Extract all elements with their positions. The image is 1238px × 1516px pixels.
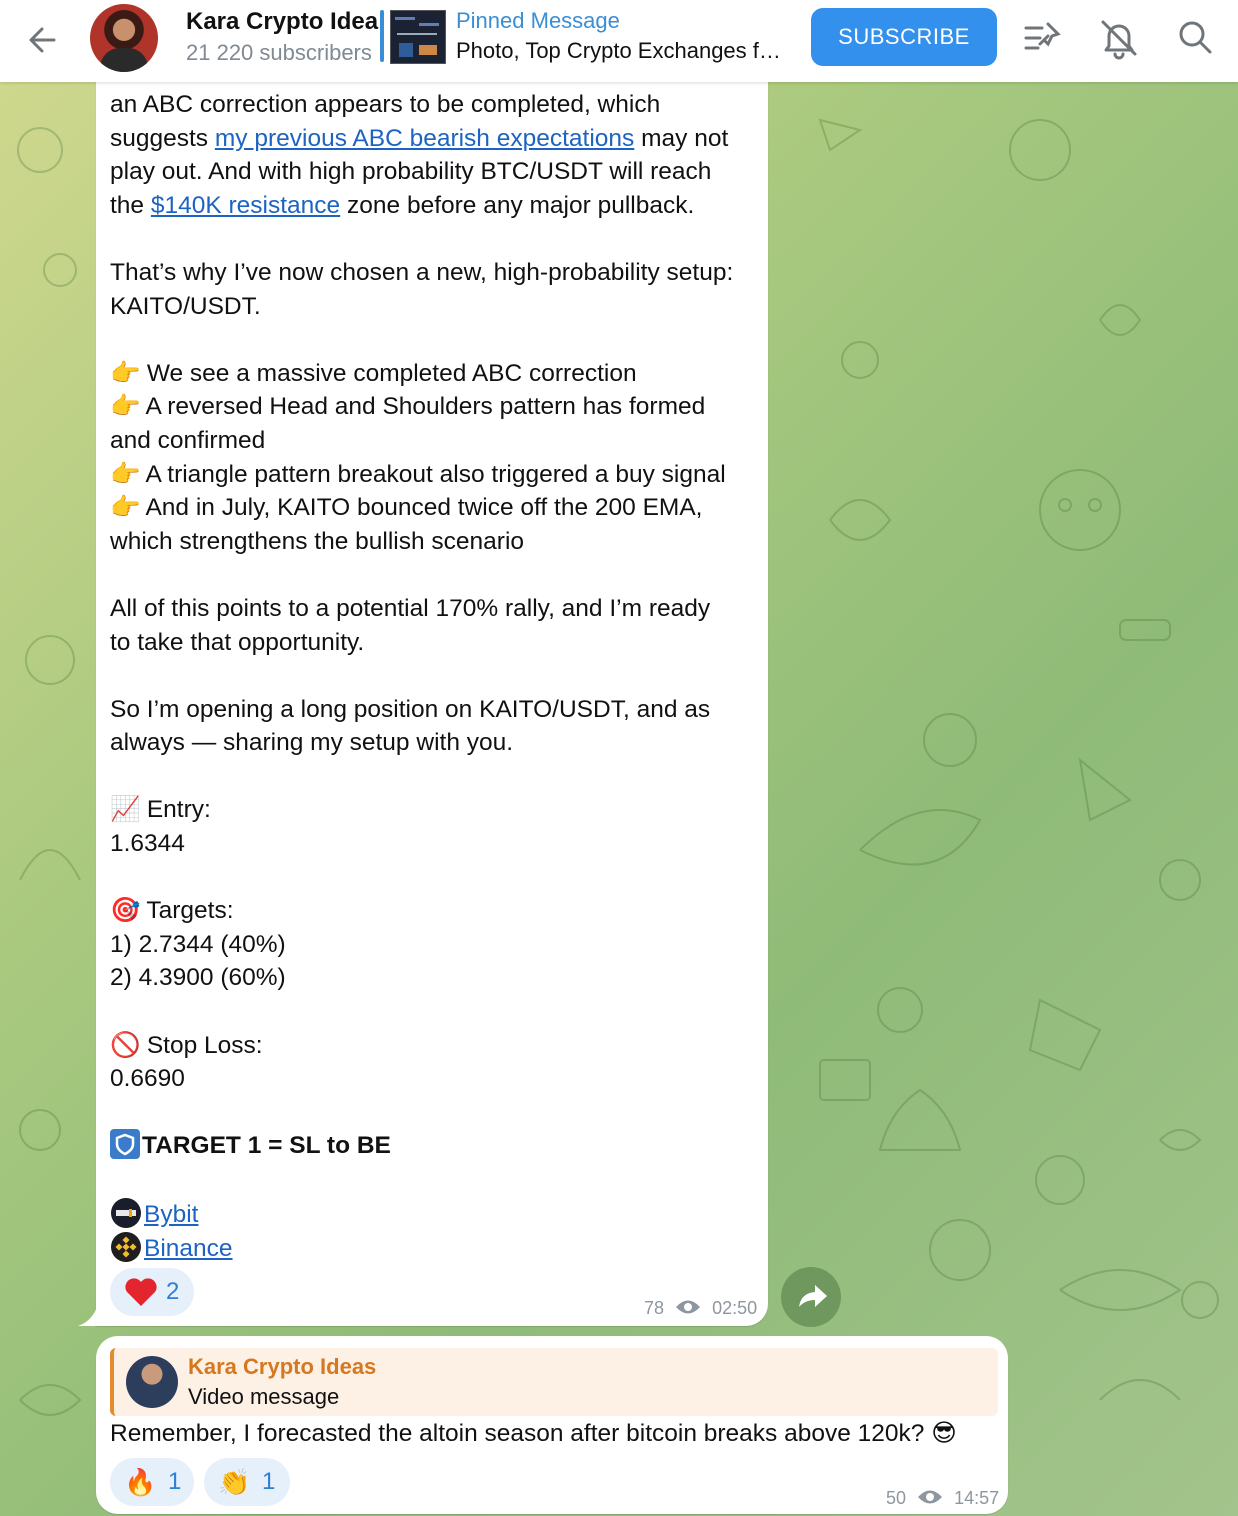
pinned-list-icon[interactable] [1018, 14, 1066, 62]
channel-header: Kara Crypto Idea 21 220 subscribers Pinn… [0, 0, 1238, 82]
pointing-hand-icon: 👉 [110, 494, 141, 522]
message-time: 14:57 [954, 1488, 1000, 1508]
pinned-message-thumbnail[interactable] [390, 10, 446, 64]
subscriber-count: 21 220 subscribers [186, 40, 372, 65]
reaction-count: 1 [262, 1468, 276, 1495]
fire-icon: 🔥 [124, 1467, 157, 1497]
pinned-message-preview[interactable]: Photo, Top Crypto Exchanges f… [456, 38, 786, 64]
search-icon[interactable] [1172, 14, 1220, 62]
previous-expectations-link[interactable]: my previous ABC bearish expectations [215, 125, 634, 152]
reply-avatar [126, 1356, 178, 1408]
pinned-message-title[interactable]: Pinned Message [456, 8, 620, 34]
binance-logo-icon [111, 1232, 141, 1263]
back-arrow-icon[interactable] [22, 18, 66, 62]
share-button[interactable] [781, 1267, 841, 1327]
channel-avatar[interactable] [90, 4, 158, 72]
binance-link[interactable]: Binance [144, 1235, 233, 1262]
message-text: Remember, I forecasted the altoin season… [110, 1420, 957, 1447]
bybit-link[interactable]: Bybit [144, 1201, 198, 1228]
message-meta: 50 14:57 [886, 1488, 999, 1509]
reaction-count: 2 [166, 1278, 180, 1305]
heart-icon [125, 1278, 157, 1306]
eye-icon [918, 1490, 943, 1504]
clapping-hands-icon: 👏 [218, 1467, 251, 1497]
message-time: 02:50 [712, 1298, 758, 1318]
view-count: 78 [644, 1298, 665, 1318]
reply-preview[interactable]: Kara Crypto Ideas Video message [110, 1348, 998, 1416]
pointing-hand-icon: 👉 [110, 359, 141, 387]
bell-muted-icon[interactable] [1095, 14, 1143, 62]
reaction-heart[interactable]: 2 [110, 1268, 194, 1316]
pointing-hand-icon: 👉 [110, 460, 141, 488]
reaction-fire[interactable]: 🔥 1 [110, 1458, 194, 1506]
reaction-clap[interactable]: 👏 1 [204, 1458, 290, 1506]
forward-arrow-icon [799, 1285, 827, 1307]
subscribe-button[interactable]: SUBSCRIBE [811, 8, 997, 66]
resistance-link[interactable]: $140K resistance [151, 192, 340, 219]
message-meta: 78 02:50 [644, 1298, 757, 1319]
prohibited-icon: 🚫 [110, 1031, 141, 1059]
chart-increasing-icon: 📈 [110, 796, 141, 824]
pinned-indicator-bar [380, 10, 384, 62]
channel-post-reply-message[interactable]: Kara Crypto Ideas Video message Remember… [96, 1336, 1008, 1514]
reply-author-name: Kara Crypto Ideas [188, 1354, 377, 1379]
reaction-count: 1 [168, 1468, 182, 1495]
channel-post-message[interactable]: an ABC correction appears to be complete… [96, 60, 768, 1326]
pointing-hand-icon: 👉 [110, 393, 141, 421]
reply-preview-text: Video message [188, 1384, 340, 1409]
channel-title[interactable]: Kara Crypto Idea [186, 8, 378, 36]
eye-icon [676, 1300, 701, 1314]
shield-icon [110, 1129, 140, 1160]
target-icon: 🎯 [110, 897, 141, 925]
message-text: an ABC correction appears to be complete… [110, 91, 734, 1263]
bybit-logo-icon [111, 1197, 141, 1228]
view-count: 50 [886, 1488, 907, 1508]
